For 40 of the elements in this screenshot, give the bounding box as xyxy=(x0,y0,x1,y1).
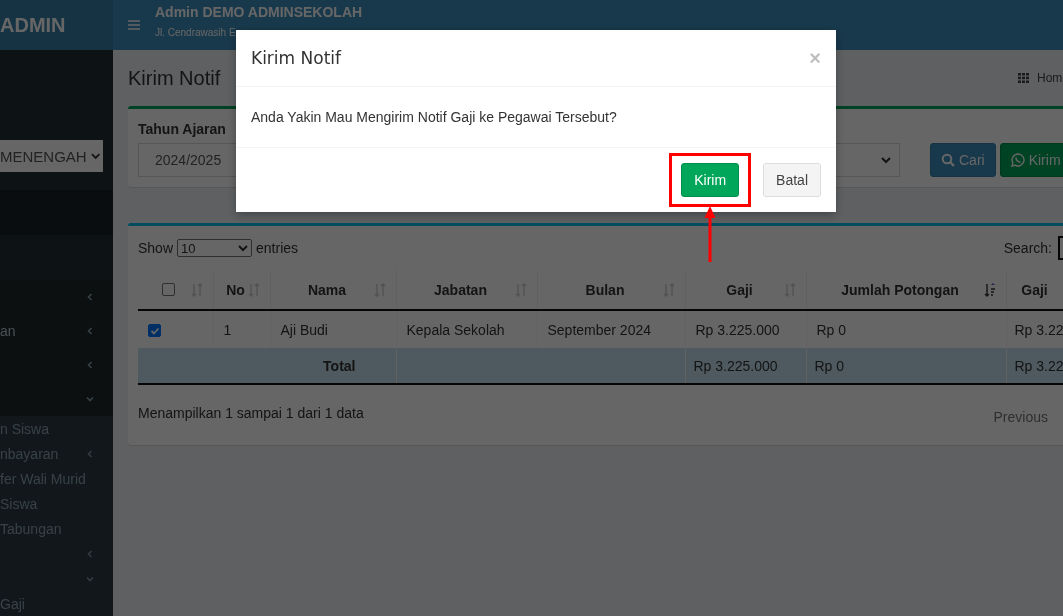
field-label: Tahun Ajaran xyxy=(138,121,227,137)
chevron-down-icon xyxy=(881,156,891,164)
send-button[interactable]: Kirim xyxy=(999,143,1063,177)
select-all-checkbox[interactable] xyxy=(162,283,175,296)
page-title: Kirim Notif xyxy=(128,66,221,90)
search-button[interactable]: Cari xyxy=(930,143,996,177)
column-header[interactable]: Bulan xyxy=(537,270,685,310)
entries-select[interactable]: 10 xyxy=(177,239,253,257)
column-header[interactable]: No xyxy=(213,270,270,310)
entries-label: entries xyxy=(256,240,299,256)
chevron-down-icon xyxy=(90,152,100,160)
level-select[interactable]: MENENGAH xyxy=(0,140,103,172)
school-name: Admin DEMO ADMINSEKOLAH xyxy=(155,4,363,20)
chevron-down-icon xyxy=(238,244,249,252)
phone-bubble-icon xyxy=(1010,153,1025,167)
total-label: Total xyxy=(138,348,396,384)
row-checkbox[interactable] xyxy=(148,324,161,338)
table-cell: Rp 0 xyxy=(806,348,1006,384)
column-header[interactable]: Jumlah Potongan xyxy=(806,270,1006,310)
column-header[interactable]: Jabatan xyxy=(396,270,537,310)
search-icon xyxy=(941,153,955,167)
sort-icon[interactable] xyxy=(983,283,996,297)
modal-message: Anda Yakin Mau Mengirim Notif Gaji ke Pegawai Tersebut? xyxy=(251,109,617,125)
column-header[interactable]: Nama xyxy=(270,270,396,310)
table-cell: Rp 3.225.000 xyxy=(685,348,806,384)
breadcrumb-link[interactable]: Hom xyxy=(1037,71,1063,85)
search-label: Search: xyxy=(1003,240,1052,256)
show-label: Show xyxy=(138,240,174,256)
table-cell: Rp 3.22 xyxy=(1006,348,1063,384)
confirm-button[interactable]: Kirim xyxy=(681,163,740,197)
close-button[interactable]: × xyxy=(809,46,821,70)
column-header[interactable]: Gaji xyxy=(685,270,806,310)
menu-icon[interactable] xyxy=(128,20,140,30)
cancel-button[interactable]: Batal xyxy=(763,163,821,197)
table-info: Menampilkan 1 sampai 1 dari 1 data xyxy=(138,405,364,421)
grid-icon xyxy=(1018,73,1029,83)
column-header[interactable]: Gaji xyxy=(1006,270,1063,310)
modal-title: Kirim Notif xyxy=(251,48,342,68)
school-address: Jl. Cendrawasih E xyxy=(155,27,237,38)
logo-text: ADMIN xyxy=(0,0,113,50)
